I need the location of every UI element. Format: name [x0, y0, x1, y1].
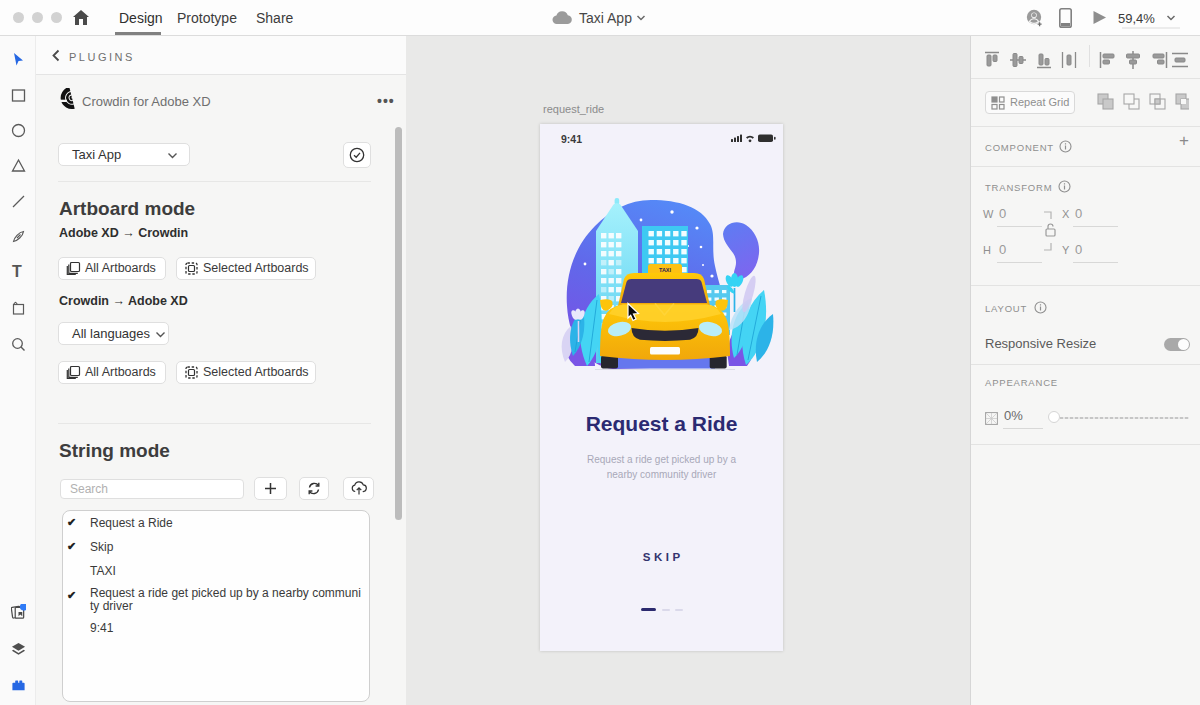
svg-text:TAXI: TAXI [659, 267, 672, 273]
